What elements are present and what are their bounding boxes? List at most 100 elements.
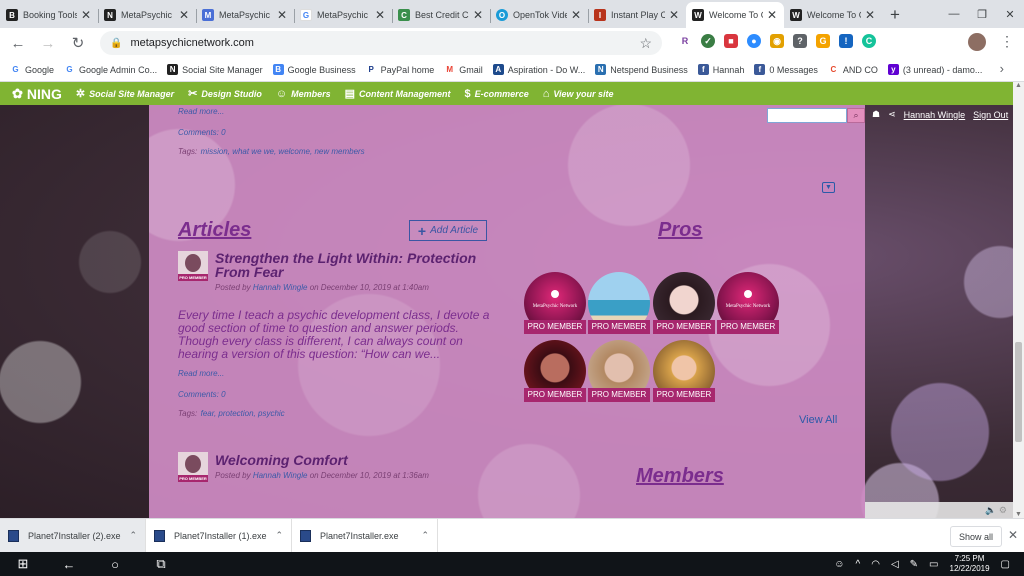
extension-icon[interactable]: ● <box>747 34 761 48</box>
pros-heading[interactable]: Pros <box>658 219 702 242</box>
pro-member[interactable]: PRO MEMBER <box>588 272 650 334</box>
browser-tab[interactable]: C Best Credit Ca ✕ <box>392 2 490 28</box>
tags-links[interactable]: fear, protection, psychic <box>201 409 285 418</box>
ning-logo[interactable]: ✿ NING <box>12 86 62 102</box>
reload-icon[interactable]: ↻ <box>63 34 93 52</box>
bookmark-item[interactable]: B Google Business <box>272 64 356 75</box>
task-view-icon[interactable]: ⧉ <box>138 556 184 572</box>
ning-menu-ecommerce[interactable]: $ E-commerce <box>465 88 529 100</box>
tags-links[interactable]: mission, what we we, welcome, new member… <box>201 147 365 156</box>
download-item[interactable]: Planet7Installer (1).exe ⌃ <box>146 518 292 553</box>
bookmark-item[interactable]: N Netspend Business <box>595 64 688 75</box>
scroll-up-icon[interactable]: ▲ <box>1015 82 1022 89</box>
extension-icon[interactable]: ✓ <box>701 34 715 48</box>
chevron-up-icon[interactable]: ⌃ <box>129 530 137 541</box>
pen-icon[interactable]: ✎ <box>910 559 918 570</box>
ning-menu-members[interactable]: ☺ Members <box>276 88 331 100</box>
browser-tab[interactable]: O OpenTok Vide ✕ <box>490 2 588 28</box>
author-link[interactable]: Hannah Wingle <box>253 471 308 480</box>
close-icon[interactable]: ✕ <box>668 8 680 22</box>
close-icon[interactable]: ✕ <box>766 8 778 22</box>
extension-icon[interactable]: C <box>862 34 876 48</box>
restore-icon[interactable]: ❐ <box>968 0 996 28</box>
chevron-up-icon[interactable]: ⌃ <box>421 530 429 541</box>
scrollbar-thumb[interactable] <box>1015 342 1022 442</box>
browser-tab[interactable]: W Welcome To C ✕ <box>784 2 882 28</box>
close-icon[interactable]: ✕ <box>374 8 386 22</box>
bookmark-item[interactable]: N Social Site Manager <box>167 64 263 75</box>
user-name-link[interactable]: Hannah Wingle <box>904 110 966 120</box>
back-icon[interactable]: ← <box>3 35 33 52</box>
chevron-up-icon[interactable]: ^ <box>856 559 861 570</box>
browser-tab-active[interactable]: W Welcome To C ✕ <box>686 2 784 28</box>
pro-member[interactable]: PRO MEMBER <box>588 340 650 402</box>
extension-icon[interactable]: ◉ <box>770 34 784 48</box>
pro-member[interactable]: PRO MEMBER <box>524 340 586 402</box>
network-icon[interactable]: ◠ <box>871 559 880 570</box>
close-icon[interactable]: ✕ <box>80 8 92 22</box>
bookmark-item[interactable]: f Hannah <box>697 64 744 75</box>
chevron-right-icon[interactable]: › <box>1000 61 1004 76</box>
read-more-link[interactable]: Read more... <box>178 369 224 378</box>
extension-icon[interactable]: ? <box>793 34 807 48</box>
volume-icon[interactable]: 🔈 <box>985 505 996 515</box>
close-icon[interactable]: ✕ <box>178 8 190 22</box>
bookmark-item[interactable]: G Google <box>10 64 54 75</box>
back-arrow-icon[interactable]: ← <box>46 557 92 572</box>
members-heading[interactable]: Members <box>636 465 724 488</box>
new-tab-button[interactable]: + <box>882 2 908 28</box>
site-search-input[interactable] <box>767 108 847 123</box>
pro-member[interactable]: PRO MEMBER <box>653 340 715 402</box>
show-all-button[interactable]: Show all <box>950 526 1002 547</box>
view-all-link[interactable]: View All <box>799 414 837 426</box>
browser-tab[interactable]: M MetaPsychic N✕ <box>196 2 294 28</box>
ning-menu-content-management[interactable]: ▤ Content Management <box>345 87 451 100</box>
articles-heading[interactable]: Articles <box>178 219 251 242</box>
bookmark-star-icon[interactable]: ☆ <box>639 35 652 52</box>
extension-icon[interactable]: ■ <box>724 34 738 48</box>
volume-icon[interactable]: ◁ <box>891 559 899 570</box>
close-window-icon[interactable]: ✕ <box>996 0 1024 28</box>
author-avatar[interactable]: PRO MEMBER <box>178 251 208 281</box>
url-text[interactable]: metapsychicnetwork.com <box>130 37 639 49</box>
bookmark-item[interactable]: y (3 unread) - damo... <box>887 64 982 75</box>
pro-member[interactable]: PRO MEMBER <box>653 272 715 334</box>
author-link[interactable]: Hannah Wingle <box>253 283 308 292</box>
ning-menu-view-site[interactable]: ⌂ View your site <box>543 88 614 100</box>
people-icon[interactable]: ☺ <box>834 559 844 570</box>
keyboard-icon[interactable]: ▭ <box>929 559 938 570</box>
cortana-icon[interactable]: ○ <box>92 557 138 572</box>
scroll-down-icon[interactable]: ▼ <box>1015 511 1022 518</box>
download-item[interactable]: Planet7Installer (2).exe ⌃ <box>0 518 146 553</box>
collapse-toggle-icon[interactable]: ▼ <box>822 182 835 193</box>
bookmark-item[interactable]: C AND CO <box>827 64 878 75</box>
close-icon[interactable]: ✕ <box>1008 528 1018 542</box>
download-item[interactable]: Planet7Installer.exe ⌃ <box>292 518 438 553</box>
minimize-icon[interactable]: — <box>940 0 968 28</box>
notifications-icon[interactable]: ▢ <box>1001 559 1010 570</box>
pro-member[interactable]: MetaPsychic Network PRO MEMBER <box>524 272 586 334</box>
sign-out-link[interactable]: Sign Out <box>973 110 1008 120</box>
windows-start-icon[interactable]: ⊞ <box>0 556 46 572</box>
search-icon[interactable]: ⌕ <box>847 108 865 123</box>
chevron-up-icon[interactable]: ⌃ <box>275 530 283 541</box>
close-icon[interactable]: ✕ <box>276 8 288 22</box>
bookmark-item[interactable]: f0 Messages <box>754 64 818 75</box>
members-icon[interactable]: ☗ <box>872 109 880 120</box>
bookmark-item[interactable]: G Google Admin Co... <box>64 64 157 75</box>
author-avatar[interactable]: PRO MEMBER <box>178 452 208 482</box>
profile-avatar[interactable] <box>968 33 986 51</box>
extension-icon[interactable]: ! <box>839 34 853 48</box>
address-bar[interactable]: 🔒 metapsychicnetwork.com ☆ <box>100 31 662 55</box>
comments-link[interactable]: Comments: 0 <box>178 128 226 137</box>
browser-tab[interactable]: B Booking Tools ✕ <box>0 2 98 28</box>
clock[interactable]: 7:25 PM 12/22/2019 <box>950 554 990 574</box>
bookmark-item[interactable]: A Aspiration - Do W... <box>492 64 585 75</box>
browser-menu-icon[interactable]: ⋮ <box>1000 33 1014 50</box>
ning-menu-design-studio[interactable]: ✂ Design Studio <box>188 87 262 100</box>
share-icon[interactable]: ⋖ <box>888 109 896 120</box>
browser-tab[interactable]: N MetaPsychic N✕ <box>98 2 196 28</box>
close-icon[interactable]: ✕ <box>864 8 876 22</box>
browser-tab[interactable]: G MetaPsychic N✕ <box>294 2 392 28</box>
comments-link[interactable]: Comments: 0 <box>178 390 226 399</box>
